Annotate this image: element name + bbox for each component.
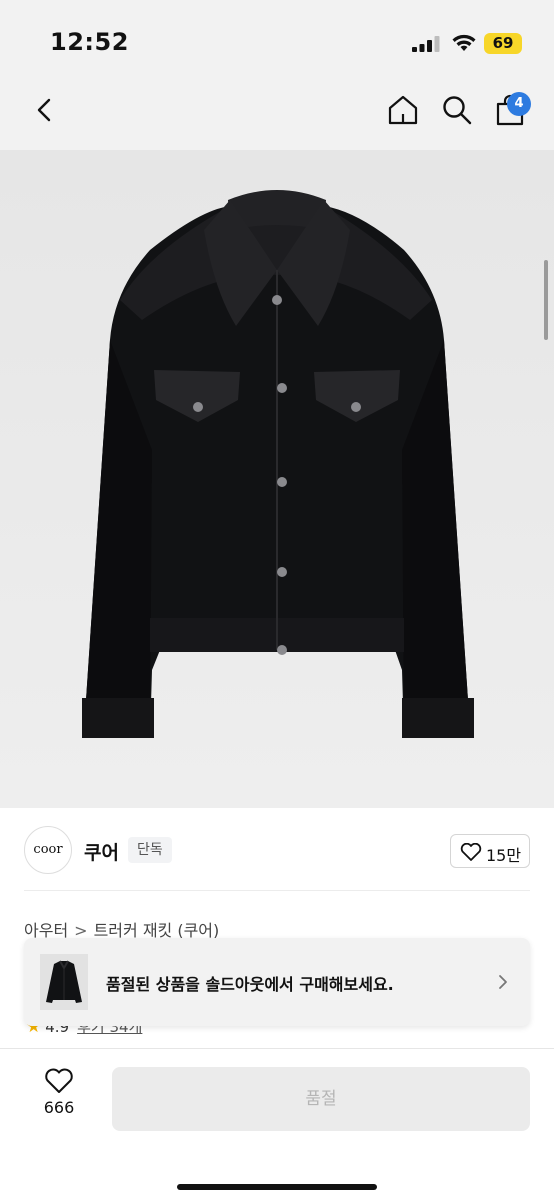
soldout-button[interactable]: 품절 <box>112 1067 530 1131</box>
exclusive-badge: 단독 <box>128 837 172 863</box>
divider <box>24 890 530 891</box>
home-indicator <box>177 1184 377 1190</box>
search-icon[interactable] <box>441 94 473 126</box>
chevron-right-icon <box>499 975 507 989</box>
brand-name[interactable]: 쿠어 <box>84 838 119 865</box>
banner-product-thumbnail <box>40 954 88 1010</box>
wifi-icon <box>452 34 476 51</box>
nav-bar <box>0 70 554 150</box>
jacket-image <box>82 190 474 738</box>
back-icon[interactable] <box>30 94 62 126</box>
brand-logo[interactable]: coor <box>24 826 72 874</box>
brand-row: coor 쿠어 단독 15만 <box>24 826 530 874</box>
image-scrollbar <box>544 260 548 340</box>
wishlist-button[interactable]: 666 <box>32 1068 86 1128</box>
heart-icon <box>460 843 482 861</box>
bottom-bar-divider <box>0 1048 554 1049</box>
soldout-banner[interactable]: 품절된 상품을 솔드아웃에서 구매해보세요. <box>24 938 530 1026</box>
home-icon[interactable] <box>387 94 419 126</box>
heart-icon <box>45 1068 73 1093</box>
cart-count-badge: 4 <box>507 92 531 116</box>
banner-text: 품절된 상품을 솔드아웃에서 구매해보세요. <box>106 975 394 994</box>
product-detail-screen: 12:52 69 4 coor 쿠어 단독 15만 아우터 > 트러커 재킷 (… <box>0 0 554 1200</box>
status-bar: 12:52 69 <box>0 0 554 70</box>
wishlist-count: 666 <box>43 1098 75 1117</box>
cellular-signal-icon <box>412 36 440 52</box>
product-image[interactable] <box>0 150 554 808</box>
battery-indicator: 69 <box>484 33 522 54</box>
status-time: 12:52 <box>50 28 129 56</box>
brand-like-button[interactable]: 15만 <box>450 834 530 868</box>
brand-like-count: 15만 <box>486 846 522 865</box>
